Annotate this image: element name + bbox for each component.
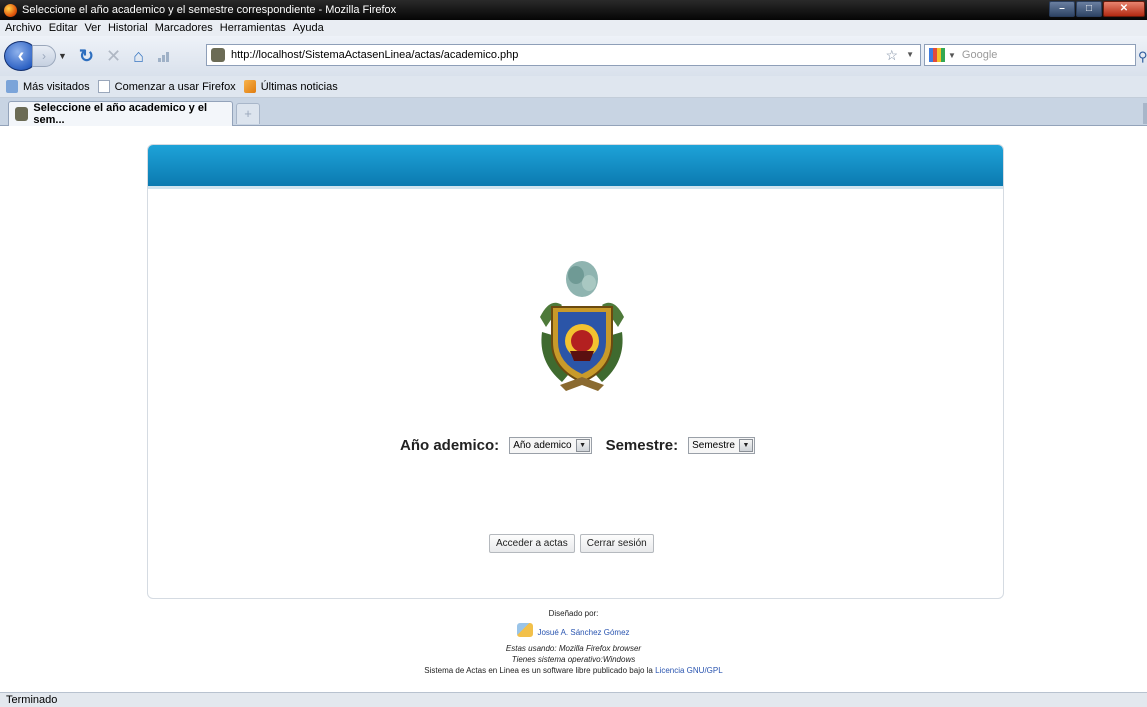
url-dropdown-icon[interactable]: ▼ (906, 50, 914, 59)
signal-bars-icon (157, 50, 170, 62)
menu-marcadores[interactable]: Marcadores (155, 22, 213, 34)
page-icon (97, 80, 110, 93)
menu-archivo[interactable]: Archivo (5, 22, 42, 34)
url-text[interactable]: http://localhost/SistemaActasenLinea/act… (231, 49, 518, 61)
university-emblem (540, 261, 624, 391)
year-label: Año ademico: (400, 437, 500, 454)
bookmark-label: Últimas noticias (260, 80, 338, 93)
access-records-button[interactable]: Acceder a actas (489, 534, 575, 553)
window-controls: – □ ✕ (1048, 1, 1145, 17)
designed-by-text: Diseñado por: (548, 609, 599, 618)
tab-scroll-handle[interactable] (1143, 103, 1147, 124)
selection-form: Año ademico: Año ademico ▼ Semestre: Sem… (400, 437, 755, 454)
author-row: Josué A. Sánchez Gómez (0, 623, 1147, 640)
history-dropdown-icon[interactable]: ▼ (58, 51, 67, 61)
action-buttons: Acceder a actas Cerrar sesión (489, 534, 659, 553)
author-link[interactable]: Josué A. Sánchez Gómez (537, 627, 629, 638)
browser-info: Estas usando: Mozilla Firefox browser (505, 644, 642, 653)
semester-label: Semestre: (605, 437, 679, 454)
close-window-button[interactable]: ✕ (1103, 1, 1145, 17)
menu-bar: Archivo Editar Ver Historial Marcadores … (0, 20, 1147, 36)
site-favicon-icon (211, 48, 225, 62)
page-content: Año ademico: Año ademico ▼ Semestre: Sem… (0, 127, 1147, 692)
most-visited-icon (6, 80, 18, 93)
home-icon[interactable]: ⌂ (133, 46, 144, 66)
semester-select[interactable]: Semestre ▼ (688, 437, 755, 454)
logout-button[interactable]: Cerrar sesión (579, 534, 654, 553)
menu-editar[interactable]: Editar (49, 22, 78, 34)
main-panel: Año ademico: Año ademico ▼ Semestre: Sem… (147, 144, 1004, 599)
navigation-toolbar: ‹ › ▼ ↻ ✕ ⌂ http://localhost/SistemaActa… (0, 36, 1147, 76)
bookmark-ultimas-noticias[interactable]: Últimas noticias (243, 80, 338, 93)
bookmark-label: Más visitados (23, 80, 90, 93)
bookmark-label: Comenzar a usar Firefox (114, 80, 236, 93)
tab-label: Seleccione el año academico y el sem... (33, 102, 208, 126)
forward-button[interactable]: › (32, 45, 56, 67)
status-text: Terminado (6, 694, 58, 706)
rss-icon (243, 80, 256, 93)
tab-favicon-icon (15, 107, 29, 121)
search-box[interactable]: ▼ Google (924, 44, 1136, 66)
page-footer: Diseñado por: Josué A. Sánchez Gómez Est… (0, 608, 1147, 676)
search-placeholder[interactable]: Google (962, 49, 997, 61)
license-line: Sistema de Actas en Linea es un software… (0, 665, 1147, 676)
semester-select-value: Semestre (692, 440, 735, 451)
bookmark-comenzar[interactable]: Comenzar a usar Firefox (97, 80, 236, 93)
year-select[interactable]: Año ademico ▼ (509, 437, 592, 454)
tab-bar: Seleccione el año academico y el sem... … (0, 98, 1147, 126)
search-icon[interactable]: ⚲ (1138, 49, 1147, 65)
menu-ver[interactable]: Ver (84, 22, 101, 34)
bookmark-mas-visitados[interactable]: Más visitados (6, 80, 90, 93)
google-engine-icon[interactable] (929, 48, 945, 62)
address-bar[interactable]: http://localhost/SistemaActasenLinea/act… (206, 44, 921, 66)
status-bar: Terminado (0, 692, 1147, 707)
maximize-button[interactable]: □ (1076, 1, 1102, 17)
chevron-down-icon[interactable]: ▼ (738, 439, 753, 452)
window-title: Seleccione el año academico y el semestr… (22, 4, 397, 16)
license-link[interactable]: Licencia GNU/GPL (655, 666, 723, 675)
author-icon (517, 623, 534, 637)
year-select-value: Año ademico (513, 440, 572, 451)
menu-herramientas[interactable]: Herramientas (220, 22, 286, 34)
window-titlebar: Seleccione el año academico y el semestr… (0, 0, 1147, 20)
bookmarks-toolbar: Más visitados Comenzar a usar Firefox Úl… (0, 76, 1147, 98)
bookmark-star-icon[interactable]: ☆ (885, 47, 898, 64)
license-text: Sistema de Actas en Linea es un software… (424, 666, 653, 675)
engine-dropdown-icon[interactable]: ▼ (948, 51, 956, 60)
tab-active[interactable]: Seleccione el año academico y el sem... (8, 101, 233, 126)
os-info: Tienes sistema operativo:Windows (511, 655, 636, 664)
chevron-down-icon[interactable]: ▼ (575, 439, 590, 452)
menu-ayuda[interactable]: Ayuda (293, 22, 324, 34)
stop-icon[interactable]: ✕ (106, 46, 121, 66)
firefox-icon (4, 3, 17, 17)
minimize-button[interactable]: – (1049, 1, 1075, 17)
reload-icon[interactable]: ↻ (79, 46, 94, 66)
new-tab-button[interactable]: + (236, 103, 260, 124)
panel-header (148, 145, 1003, 189)
menu-historial[interactable]: Historial (108, 22, 148, 34)
